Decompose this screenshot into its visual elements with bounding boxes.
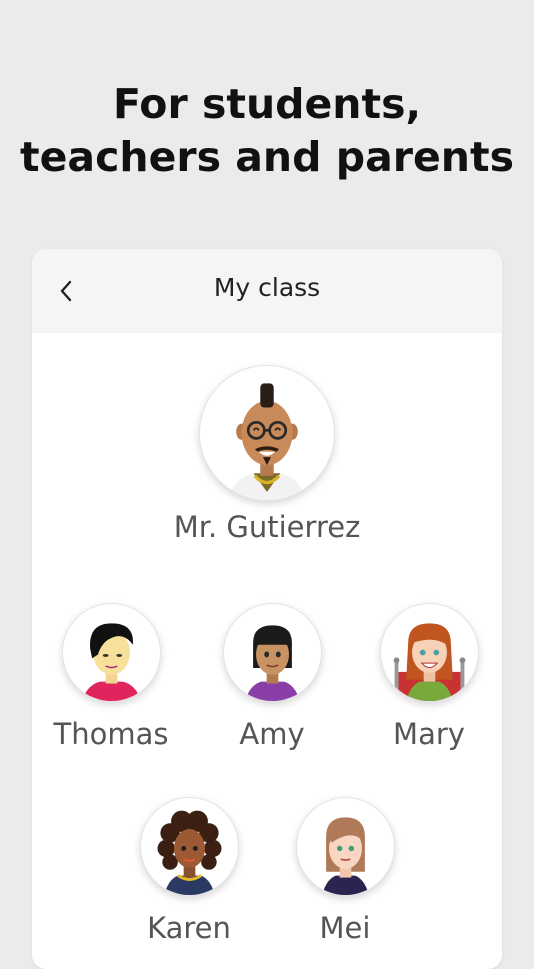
student-avatar-icon [81,623,141,701]
teacher-avatar [199,365,335,501]
headline-line-1: For students, [112,80,422,128]
page-title: My class [213,273,321,302]
nav-bar: My class [32,249,502,333]
student-avatar-icon [393,623,465,701]
student-avatar [61,603,161,702]
student-name: Mary [393,717,465,751]
class-card: My class Mr. Gutierrez Thomas Amy Mary K… [32,249,502,969]
student-avatar [379,603,479,702]
student-name: Mei [319,911,371,945]
student-card[interactable]: Karen [124,797,254,946]
student-avatar [222,603,322,702]
student-avatar-icon [156,810,222,895]
student-card[interactable]: Mary [364,603,494,752]
student-card[interactable]: Amy [207,603,337,752]
student-name: Karen [147,911,231,945]
student-card[interactable]: Mei [280,797,410,946]
student-name: Amy [239,717,305,751]
teacher-avatar-icon [229,383,305,500]
headline-line-2: teachers and parents [20,133,514,181]
headline: For students, teachers and parents [0,78,534,184]
student-avatar-icon [321,817,369,895]
student-avatar-icon [244,625,300,701]
student-name: Thomas [53,717,169,751]
teacher-card[interactable]: Mr. Gutierrez [167,365,367,545]
student-avatar [295,797,395,896]
student-avatar [139,797,239,896]
student-card[interactable]: Thomas [46,603,176,752]
teacher-name: Mr. Gutierrez [173,510,361,544]
